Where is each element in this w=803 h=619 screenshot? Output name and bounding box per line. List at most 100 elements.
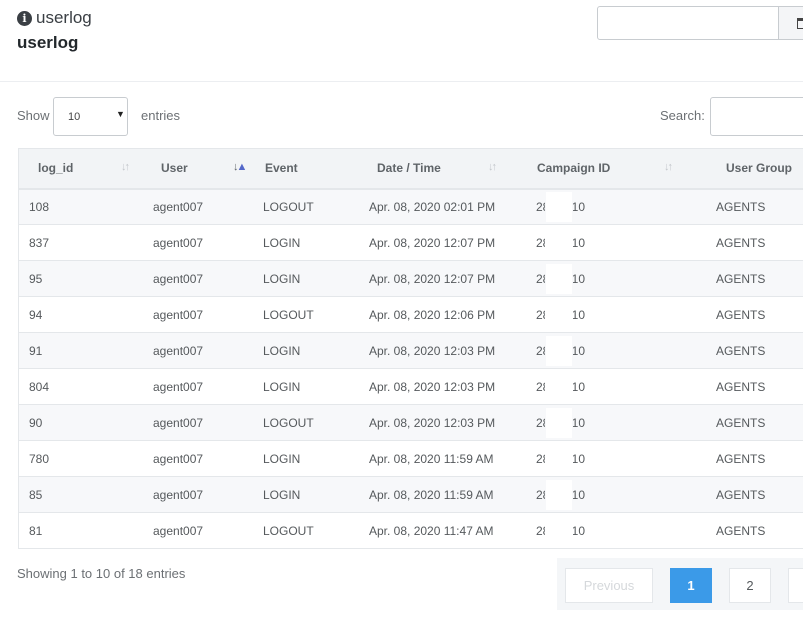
date-range-input[interactable]: [597, 6, 779, 40]
cell-event: LOGOUT: [263, 199, 314, 214]
entries-length-value: 10: [68, 111, 81, 123]
cell-user: agent007: [153, 199, 204, 214]
cell-date-time: Apr. 08, 2020 12:03 PM: [369, 379, 496, 394]
sort-arrows-icon: ↓↑: [488, 161, 497, 173]
cell-campaign-id: 28 10: [527, 477, 707, 513]
campaign-id-suffix: 10: [573, 235, 585, 250]
campaign-id-suffix: 10: [573, 271, 585, 286]
cell-user: agent007: [153, 343, 204, 358]
cell-campaign-id: 28 10: [527, 261, 707, 297]
cell-date-time: Apr. 08, 2020 11:47 AM: [369, 523, 494, 538]
cell-log-id: 95: [29, 271, 43, 286]
cell-event: LOGIN: [263, 343, 301, 358]
table-row[interactable]: 837 agent007 LOGIN Apr. 08, 2020 12:07 PM 28…: [19, 224, 803, 261]
campaign-id-suffix: 10: [573, 523, 585, 538]
cell-user: agent007: [153, 523, 204, 538]
cell-user: agent007: [153, 379, 204, 394]
cell-log-id: 780: [29, 451, 50, 466]
page-button-1[interactable]: 1: [670, 568, 712, 603]
cell-date-time: Apr. 08, 2020 02:01 PM: [369, 199, 496, 214]
cell-user-group: AGENTS: [716, 235, 766, 250]
calendar-button[interactable]: [778, 6, 803, 40]
column-header-label: Date / Time: [377, 161, 441, 176]
title-row: i userlog: [17, 8, 92, 28]
page-button-2[interactable]: 2: [729, 568, 771, 603]
cell-campaign-id: 28 10: [527, 225, 707, 261]
cell-user: agent007: [153, 235, 204, 250]
column-header-user-group[interactable]: User Group: [707, 149, 803, 189]
cell-date-time: Apr. 08, 2020 12:03 PM: [369, 343, 496, 358]
cell-event: LOGIN: [263, 487, 301, 502]
campaign-id-prefix: 28: [536, 415, 545, 430]
cell-user-group: AGENTS: [716, 487, 766, 502]
redaction-mask: [546, 299, 572, 330]
redaction-mask: [546, 227, 572, 258]
entries-label: entries: [141, 108, 181, 123]
cell-log-id: 85: [29, 487, 43, 502]
cell-user-group: AGENTS: [716, 415, 766, 430]
table-info: Showing 1 to 10 of 18 entries: [17, 566, 186, 581]
search-input[interactable]: [710, 97, 803, 136]
previous-page-button[interactable]: Previous: [565, 568, 653, 603]
search-label: Search:: [660, 108, 705, 123]
cell-campaign-id: 28 10: [527, 333, 707, 369]
column-header-event[interactable]: Event: [254, 149, 360, 189]
cell-log-id: 91: [29, 343, 43, 358]
column-header-label: User Group: [726, 161, 793, 176]
table-row[interactable]: 81 agent007 LOGOUT Apr. 08, 2020 11:47 AM 28…: [19, 512, 803, 549]
column-header-label: Campaign ID: [537, 161, 611, 176]
column-header-date-time[interactable]: Date / Time ↓↑: [360, 149, 527, 189]
cell-log-id: 108: [29, 199, 50, 214]
column-header-user[interactable]: User ↓▲: [144, 149, 254, 189]
redaction-mask: [546, 335, 572, 366]
page-header: i userlog userlog: [0, 0, 803, 82]
redaction-mask: [546, 515, 572, 546]
column-header-campaign-id[interactable]: Campaign ID ↓↑: [527, 149, 707, 189]
page-subtitle: userlog: [17, 33, 79, 52]
redaction-mask: [546, 191, 572, 222]
table-row[interactable]: 804 agent007 LOGIN Apr. 08, 2020 12:03 PM 28…: [19, 368, 803, 405]
cell-campaign-id: 28 10: [527, 369, 707, 405]
sort-arrows-icon: ↓↑: [121, 161, 130, 173]
campaign-id-suffix: 10: [573, 199, 585, 214]
redaction-mask: [546, 443, 572, 474]
entries-length-select[interactable]: 10 ▼: [53, 97, 128, 136]
cell-log-id: 81: [29, 523, 43, 538]
cell-date-time: Apr. 08, 2020 12:03 PM: [369, 415, 496, 430]
cell-event: LOGIN: [263, 451, 301, 466]
campaign-id-prefix: 28: [536, 307, 545, 322]
campaign-id-prefix: 28: [536, 199, 545, 214]
table-row[interactable]: 90 agent007 LOGOUT Apr. 08, 2020 12:03 PM 28…: [19, 404, 803, 441]
show-label: Show: [17, 108, 50, 123]
chevron-down-icon: ▼: [116, 109, 125, 119]
campaign-id-suffix: 10: [573, 343, 585, 358]
cell-user-group: AGENTS: [716, 199, 766, 214]
redaction-mask: [546, 371, 572, 402]
column-header-log-id[interactable]: log_id ↓↑: [19, 149, 144, 189]
cell-event: LOGIN: [263, 271, 301, 286]
cell-user: agent007: [153, 271, 204, 286]
cell-user: agent007: [153, 307, 204, 322]
cell-user: agent007: [153, 451, 204, 466]
cell-user: agent007: [153, 487, 204, 502]
cell-date-time: Apr. 08, 2020 12:06 PM: [369, 307, 496, 322]
cell-event: LOGIN: [263, 379, 301, 394]
table-row[interactable]: 95 agent007 LOGIN Apr. 08, 2020 12:07 PM 28 1…: [19, 260, 803, 297]
redaction-mask: [546, 263, 572, 294]
cell-event: LOGIN: [263, 235, 301, 250]
cell-user-group: AGENTS: [716, 343, 766, 358]
table-row[interactable]: 91 agent007 LOGIN Apr. 08, 2020 12:03 PM 28 1…: [19, 332, 803, 369]
sort-arrows-icon: ↓↑: [664, 161, 673, 173]
table-row[interactable]: 108 agent007 LOGOUT Apr. 08, 2020 02:01 PM 2…: [19, 188, 803, 225]
column-header-label: User: [161, 161, 188, 176]
cell-log-id: 94: [29, 307, 43, 322]
table-row[interactable]: 780 agent007 LOGIN Apr. 08, 2020 11:59 AM 28…: [19, 440, 803, 477]
cell-user-group: AGENTS: [716, 307, 766, 322]
cell-log-id: 90: [29, 415, 43, 430]
cell-date-time: Apr. 08, 2020 12:07 PM: [369, 235, 496, 250]
table-row[interactable]: 85 agent007 LOGIN Apr. 08, 2020 11:59 AM 28 1…: [19, 476, 803, 513]
table-row[interactable]: 94 agent007 LOGOUT Apr. 08, 2020 12:06 PM 28…: [19, 296, 803, 333]
cell-user-group: AGENTS: [716, 271, 766, 286]
next-page-button[interactable]: [788, 568, 803, 603]
info-circle-icon: i: [17, 10, 32, 26]
